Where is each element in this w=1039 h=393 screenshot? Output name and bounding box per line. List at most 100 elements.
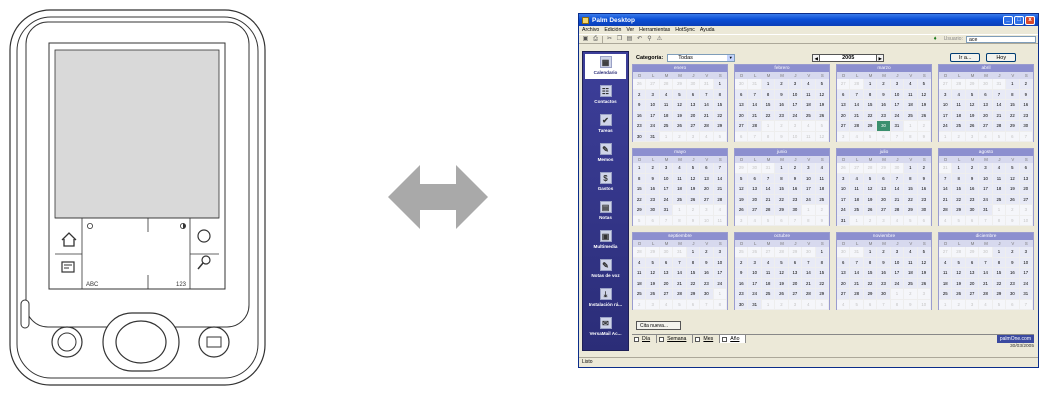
day-cell[interactable]: 14: [700, 100, 714, 111]
day-cell[interactable]: 30: [686, 79, 701, 90]
day-cell[interactable]: 18: [659, 110, 674, 121]
day-cell[interactable]: 13: [837, 100, 851, 111]
day-cell[interactable]: 26: [917, 278, 931, 289]
day-cell[interactable]: 24: [837, 205, 851, 216]
day-cell[interactable]: 8: [761, 131, 776, 142]
day-cell[interactable]: 2: [686, 205, 701, 216]
day-cell[interactable]: 27: [700, 194, 714, 205]
today-cell[interactable]: 30: [877, 121, 891, 132]
day-cell[interactable]: 16: [917, 184, 931, 195]
day-cell[interactable]: 4: [673, 163, 687, 174]
day-cell[interactable]: 7: [890, 173, 905, 184]
day-cell[interactable]: 4: [659, 299, 674, 310]
day-cell[interactable]: 11: [761, 268, 776, 279]
prev-year-button[interactable]: ◀: [812, 53, 821, 62]
day-cell[interactable]: 5: [992, 299, 1007, 310]
day-cell[interactable]: 31: [837, 215, 851, 226]
day-cell[interactable]: 5: [965, 89, 980, 100]
day-cell[interactable]: 9: [646, 173, 660, 184]
day-cell[interactable]: 9: [775, 131, 789, 142]
day-cell[interactable]: 5: [735, 173, 749, 184]
day-cell[interactable]: 5: [673, 89, 687, 100]
day-cell[interactable]: 3: [700, 205, 714, 216]
day-cell[interactable]: 24: [713, 278, 727, 289]
day-cell[interactable]: 2: [952, 299, 966, 310]
day-cell[interactable]: 20: [965, 278, 980, 289]
day-cell[interactable]: 27: [788, 289, 803, 300]
day-cell[interactable]: 2: [877, 247, 891, 258]
day-cell[interactable]: 22: [992, 278, 1007, 289]
menu-archivo[interactable]: Archivo: [582, 27, 599, 33]
day-cell[interactable]: 23: [1019, 110, 1033, 121]
day-cell[interactable]: 17: [748, 278, 762, 289]
day-cell[interactable]: 5: [713, 131, 727, 142]
day-cell[interactable]: 18: [904, 100, 918, 111]
year-field[interactable]: 2005: [820, 53, 877, 62]
day-cell[interactable]: 30: [735, 299, 749, 310]
day-cell[interactable]: 9: [877, 257, 891, 268]
day-cell[interactable]: 27: [939, 247, 953, 258]
day-cell[interactable]: 18: [815, 184, 829, 195]
day-cell[interactable]: 14: [713, 173, 727, 184]
day-cell[interactable]: 17: [802, 184, 816, 195]
day-cell[interactable]: 10: [700, 215, 714, 226]
day-cell[interactable]: 2: [735, 257, 749, 268]
day-cell[interactable]: 29: [904, 205, 918, 216]
day-cell[interactable]: 2: [917, 163, 931, 174]
day-cell[interactable]: 5: [917, 247, 931, 258]
day-cell[interactable]: 28: [890, 205, 905, 216]
day-cell[interactable]: 30: [748, 163, 762, 174]
day-cell[interactable]: 17: [890, 268, 905, 279]
day-cell[interactable]: 13: [659, 268, 674, 279]
day-cell[interactable]: 4: [837, 299, 851, 310]
day-cell[interactable]: 9: [775, 89, 789, 100]
day-cell[interactable]: 1: [939, 299, 953, 310]
day-cell[interactable]: 18: [992, 184, 1007, 195]
month-title[interactable]: mayo: [633, 149, 727, 156]
day-cell[interactable]: 28: [802, 289, 816, 300]
maximize-button[interactable]: □: [1014, 15, 1024, 25]
day-cell[interactable]: 5: [863, 173, 878, 184]
day-cell[interactable]: 8: [761, 89, 776, 100]
day-cell[interactable]: 3: [686, 131, 701, 142]
day-cell[interactable]: 28: [673, 289, 687, 300]
day-cell[interactable]: 2: [788, 163, 803, 174]
day-cell[interactable]: 1: [850, 215, 864, 226]
day-cell[interactable]: 8: [775, 173, 789, 184]
day-cell[interactable]: 27: [939, 79, 953, 90]
day-cell[interactable]: 10: [659, 173, 674, 184]
day-cell[interactable]: 15: [761, 100, 776, 111]
day-cell[interactable]: 11: [713, 215, 727, 226]
day-cell[interactable]: 10: [713, 257, 727, 268]
day-cell[interactable]: 22: [815, 278, 829, 289]
day-cell[interactable]: 16: [877, 100, 891, 111]
day-cell[interactable]: 12: [673, 100, 687, 111]
day-cell[interactable]: 29: [877, 163, 891, 174]
day-cell[interactable]: 11: [850, 184, 864, 195]
day-cell[interactable]: 4: [748, 215, 762, 226]
day-cell[interactable]: 27: [659, 289, 674, 300]
day-cell[interactable]: 24: [788, 110, 803, 121]
day-cell[interactable]: 8: [713, 299, 727, 310]
save-icon[interactable]: ▣: [582, 36, 589, 43]
day-cell[interactable]: 3: [713, 247, 727, 258]
day-cell[interactable]: 25: [850, 205, 864, 216]
day-cell[interactable]: 19: [646, 278, 660, 289]
print-icon[interactable]: ⎙: [592, 36, 599, 43]
day-cell[interactable]: 30: [877, 289, 891, 300]
day-cell[interactable]: 6: [788, 257, 803, 268]
month-title[interactable]: agosto: [939, 149, 1033, 156]
day-cell[interactable]: 18: [673, 184, 687, 195]
day-cell[interactable]: 5: [992, 131, 1007, 142]
day-cell[interactable]: 25: [992, 194, 1007, 205]
day-cell[interactable]: 25: [904, 110, 918, 121]
day-cell[interactable]: 31: [748, 299, 762, 310]
day-cell[interactable]: 26: [673, 121, 687, 132]
day-cell[interactable]: 28: [952, 79, 966, 90]
day-cell[interactable]: 8: [633, 173, 647, 184]
day-cell[interactable]: 7: [700, 299, 714, 310]
day-cell[interactable]: 14: [802, 268, 816, 279]
day-cell[interactable]: 30: [979, 247, 993, 258]
day-cell[interactable]: 10: [890, 257, 905, 268]
day-cell[interactable]: 9: [633, 100, 647, 111]
